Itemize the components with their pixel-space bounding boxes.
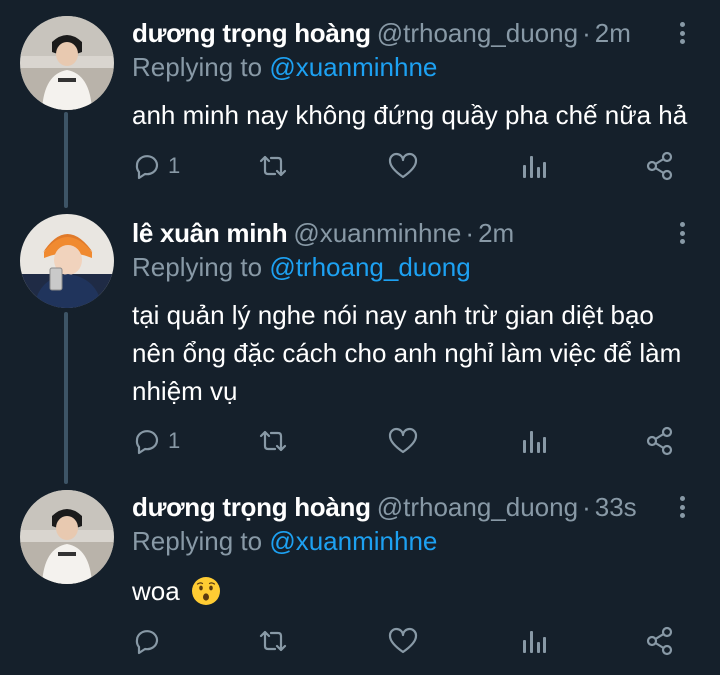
reply-icon [135,430,159,455]
display-name[interactable]: lê xuân minh [132,218,288,249]
tweet-text: woa [132,576,180,606]
heart-icon [388,152,418,179]
heart-icon [388,427,418,454]
share-button[interactable] [645,149,675,183]
retweet-icon [259,630,287,652]
display-name[interactable]: dương trọng hoàng [132,492,371,523]
tweet-text: anh minh nay không đứng quầy pha chế nữa… [132,100,688,130]
user-handle[interactable]: @xuanminhne [293,218,461,249]
tweet-header: lê xuân minh @xuanminhne · 2m [132,218,514,254]
reply-count: 1 [168,428,181,453]
heart-icon [388,627,418,654]
reply-thread: dương trọng hoàng @trhoang_duong · 2m Re… [0,0,720,675]
like-button[interactable] [388,624,418,658]
tweet[interactable]: dương trọng hoàng @trhoang_duong · 33s R… [0,490,720,665]
replying-to-handle[interactable]: @xuanminhne [269,526,437,556]
share-icon [646,626,673,656]
timestamp[interactable]: 2m [478,218,514,249]
hushed-face-emoji [191,577,220,605]
reply-count: 1 [168,153,181,178]
avatar-photo [20,214,114,308]
avatar[interactable] [20,214,114,308]
share-button[interactable] [645,424,675,458]
retweet-button[interactable] [258,424,288,458]
reply-button[interactable]: 1 [132,149,180,183]
timestamp[interactable]: 2m [595,18,631,49]
like-button[interactable] [388,424,418,458]
analytics-icon [523,631,546,653]
timestamp[interactable]: 33s [595,492,637,523]
user-handle[interactable]: @trhoang_duong [377,492,578,523]
retweet-icon [259,430,287,452]
reply-icon [135,155,159,180]
display-name[interactable]: dương trọng hoàng [132,18,371,49]
analytics-icon [523,156,546,178]
like-button[interactable] [388,149,418,183]
replying-to-label: Replying to [132,526,263,556]
retweet-button[interactable] [258,149,288,183]
share-button[interactable] [645,624,675,658]
tweet[interactable]: dương trọng hoàng @trhoang_duong · 2m Re… [0,16,720,196]
more-vertical-icon[interactable] [678,22,686,48]
retweet-button[interactable] [258,624,288,658]
tweet-actions: 1 [132,424,677,458]
avatar[interactable] [20,490,114,584]
tweet-header: dương trọng hoàng @trhoang_duong · 33s [132,492,637,528]
tweet-actions: 1 [132,149,677,183]
tweet-actions [132,624,677,658]
replying-to-label: Replying to [132,52,263,82]
analytics-button[interactable] [518,624,548,658]
tweet[interactable]: lê xuân minh @xuanminhne · 2m Replying t… [0,214,720,474]
analytics-button[interactable] [518,149,548,183]
replying-to-label: Replying to [132,252,263,282]
more-vertical-icon[interactable] [678,222,686,248]
reply-button[interactable]: 1 [132,424,180,458]
share-icon [646,151,673,181]
tweet-body: woa [132,572,692,610]
retweet-icon [259,155,287,177]
separator-dot: · [582,18,591,48]
analytics-icon [523,431,546,453]
replying-to: Replying to @xuanminhne [132,526,437,557]
user-handle[interactable]: @trhoang_duong [377,18,578,49]
share-icon [646,426,673,456]
separator-dot: · [582,492,591,522]
separator-dot: · [465,218,475,248]
tweet-text: tại quản lý nghe nói nay anh trừ gian di… [132,300,682,406]
replying-to-handle[interactable]: @xuanminhne [269,52,437,82]
reply-button[interactable] [132,624,168,658]
replying-to: Replying to @xuanminhne [132,52,437,83]
replying-to-handle[interactable]: @trhoang_duong [269,252,470,282]
avatar[interactable] [20,16,114,110]
avatar-photo [20,490,114,584]
replying-to: Replying to @trhoang_duong [132,252,471,283]
tweet-header: dương trọng hoàng @trhoang_duong · 2m [132,18,631,54]
avatar-photo [20,16,114,110]
more-vertical-icon[interactable] [678,496,686,522]
reply-icon [135,630,159,655]
analytics-button[interactable] [518,424,548,458]
